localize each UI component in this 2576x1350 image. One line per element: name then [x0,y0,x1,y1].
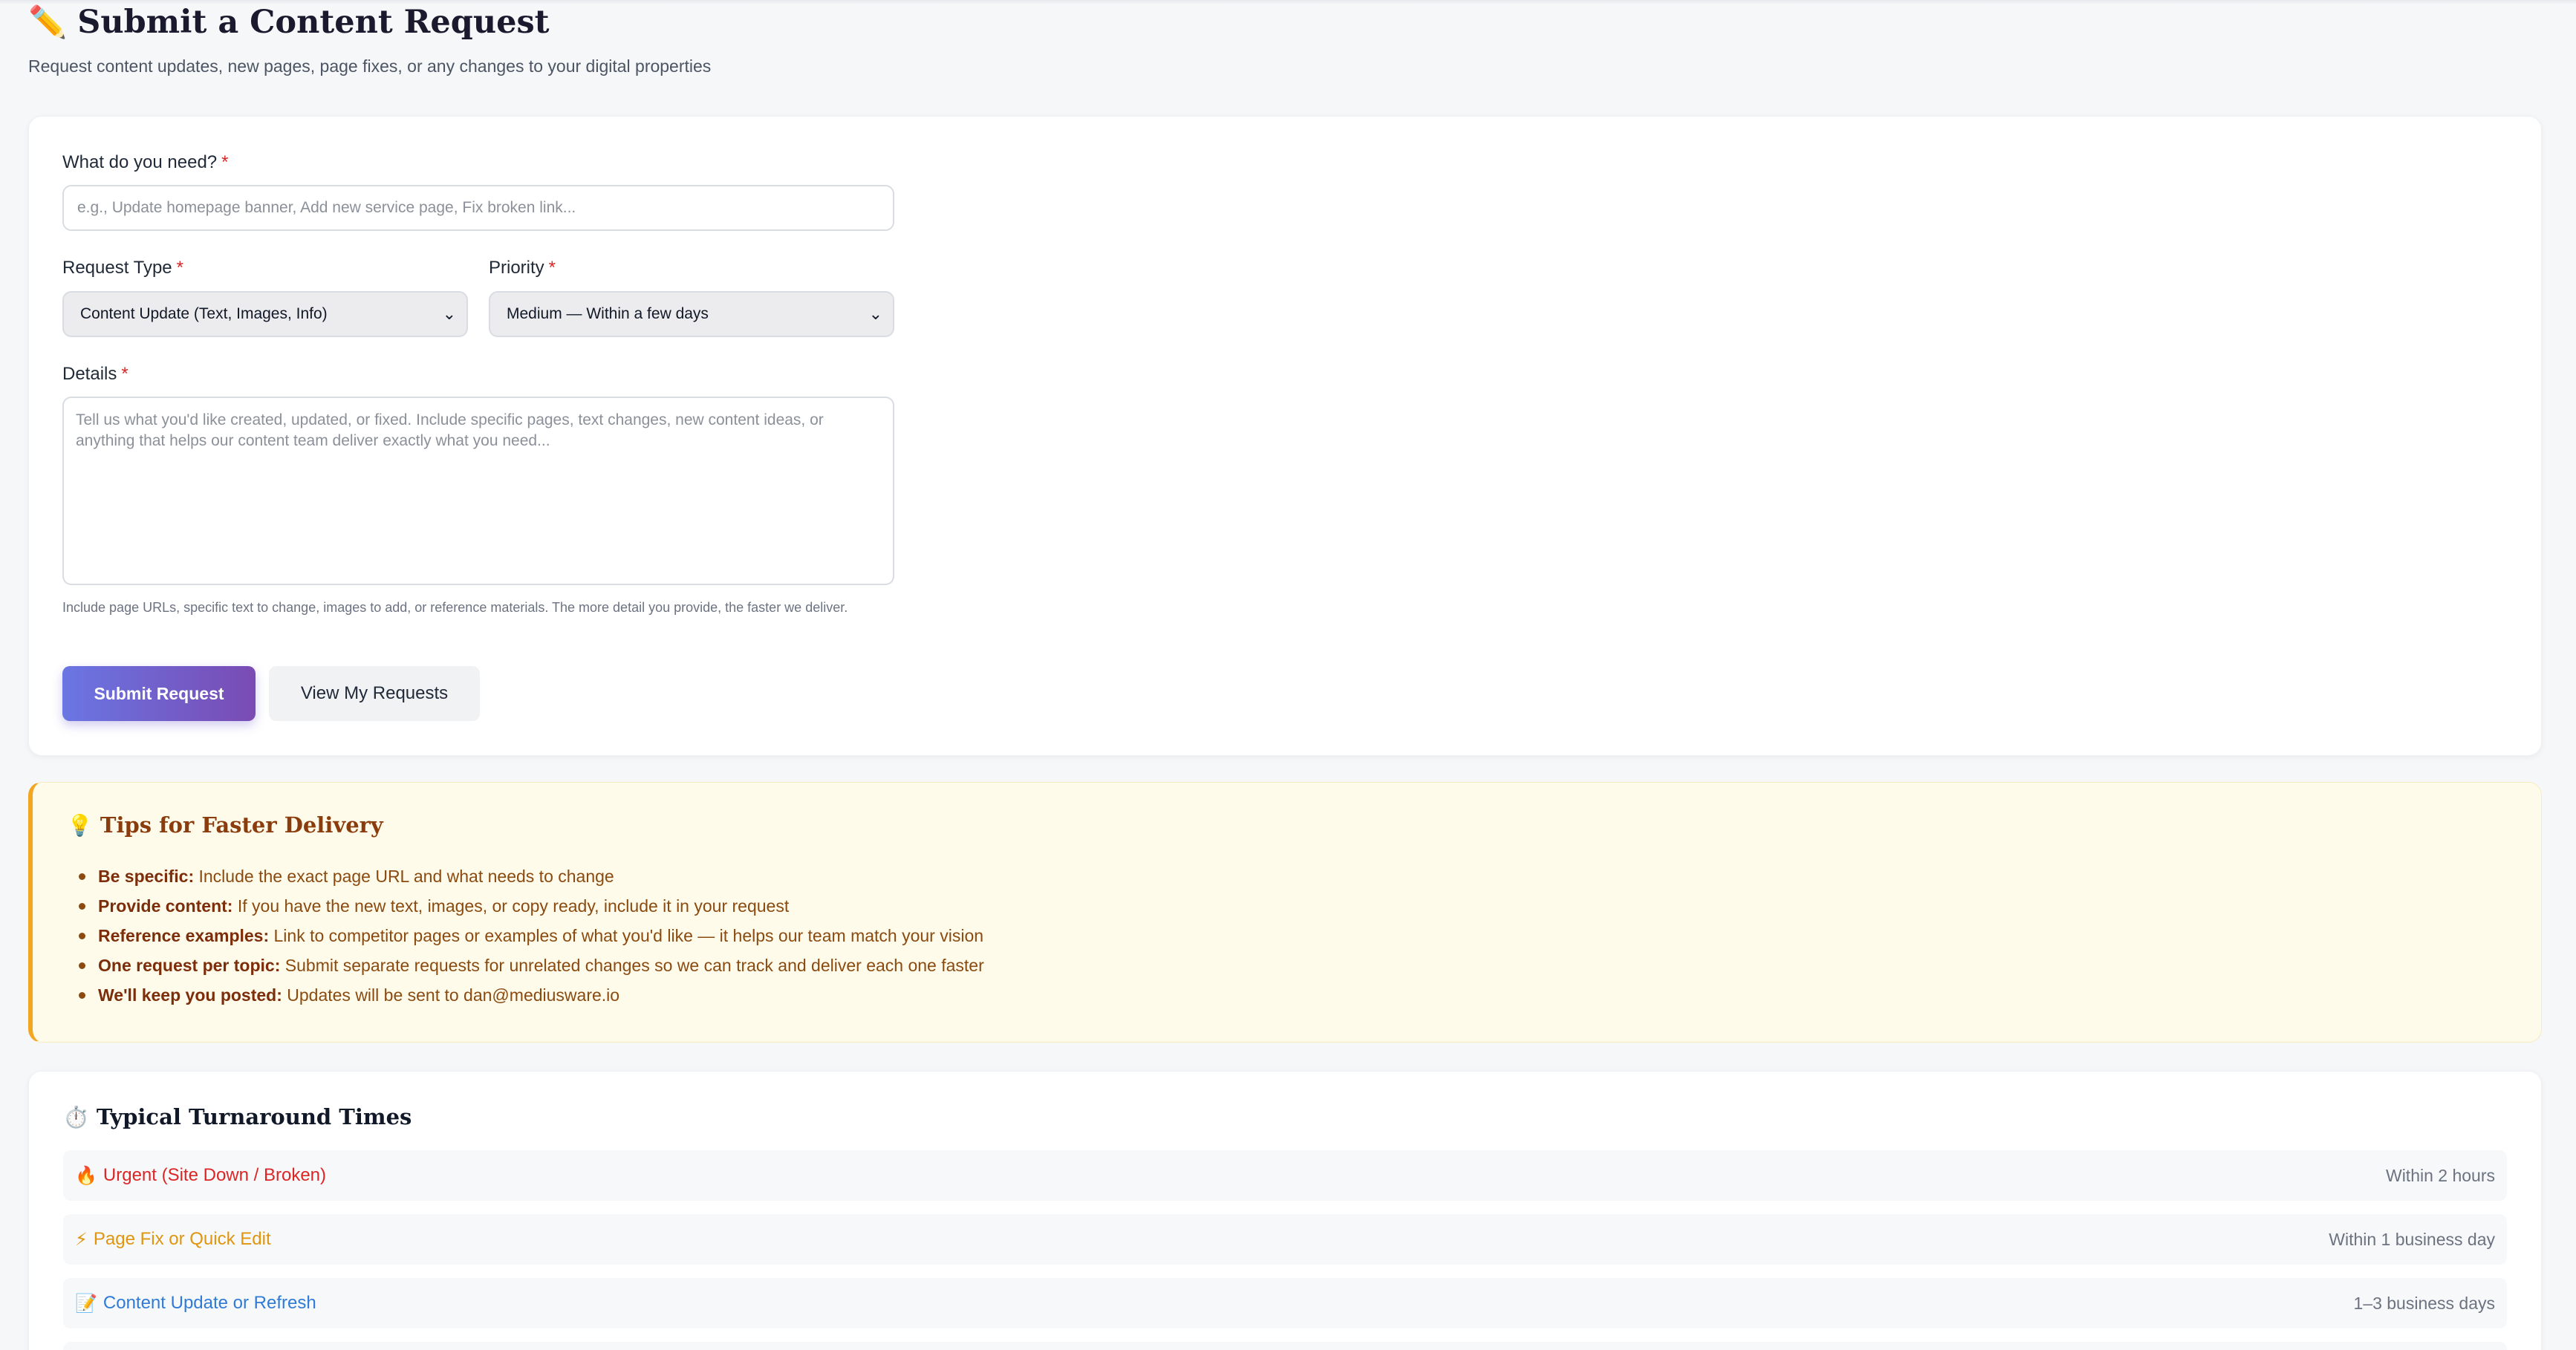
tips-card: 💡 Tips for Faster Delivery Be specific: … [28,782,2542,1043]
need-label: What do you need? * [62,152,229,173]
tip-text: Submit separate requests for unrelated c… [280,956,984,975]
turnaround-name: 📝 Content Update or Refresh [75,1293,316,1314]
tip-label: Be specific: [98,867,195,886]
chevron-down-icon: ⌄ [868,304,882,323]
request-type-select[interactable]: Content Update (Text, Images, Info) ⌄ [62,291,468,337]
turnaround-row-partial [63,1342,2507,1350]
details-label-text: Details [62,364,117,384]
tip-item: One request per topic: Submit separate r… [79,950,984,980]
priority-value: Medium — Within a few days [507,305,709,322]
tip-label: Provide content: [98,896,233,916]
turnaround-name-text: Urgent (Site Down / Broken) [103,1165,327,1185]
tip-text: Include the exact page URL and what need… [194,867,614,886]
tip-label: One request per topic: [98,956,281,975]
request-type-label-text: Request Type [62,258,172,278]
turnaround-name-text: Page Fix or Quick Edit [93,1229,271,1249]
priority-label: Priority * [489,258,556,278]
tips-title-text: Tips for Faster Delivery [100,812,383,838]
turnaround-row-content-update: 📝 Content Update or Refresh 1–3 business… [63,1278,2507,1328]
details-help-text: Include page URLs, specific text to chan… [62,600,848,615]
request-form-card: What do you need?* Request Type* Content… [28,116,2542,756]
turnaround-time: 1–3 business days [2353,1293,2495,1313]
turnaround-card: ⏱️ Typical Turnaround Times 🔥 Urgent (Si… [28,1071,2542,1350]
tip-text: Updates will be sent to dan@mediusware.i… [282,985,620,1005]
chevron-down-icon: ⌄ [442,304,456,323]
tips-title: 💡 Tips for Faster Delivery [67,812,383,838]
turnaround-time: Within 1 business day [2329,1229,2495,1249]
need-label-text: What do you need? [62,152,218,172]
tip-item: We'll keep you posted: Updates will be s… [79,980,984,1010]
pencil-icon: ✏️ [28,4,68,40]
page-subtitle: Request content updates, new pages, page… [28,56,712,76]
tip-item: Provide content: If you have the new tex… [79,891,984,921]
turnaround-name: 🔥 Urgent (Site Down / Broken) [75,1165,326,1187]
required-mark: * [221,152,229,172]
tip-item: Be specific: Include the exact page URL … [79,861,984,891]
priority-label-text: Priority [489,258,544,278]
page-title-text: Submit a Content Request [77,4,550,41]
turnaround-row-urgent: 🔥 Urgent (Site Down / Broken) Within 2 h… [63,1150,2507,1201]
lightbulb-icon: 💡 [67,812,93,838]
page-title: ✏️ Submit a Content Request [28,0,1068,45]
submit-request-button[interactable]: Submit Request [62,666,256,721]
memo-icon: 📝 [75,1293,97,1314]
turnaround-name-text: Content Update or Refresh [103,1293,316,1313]
view-my-requests-button[interactable]: View My Requests [269,666,480,721]
tip-label: Reference examples: [98,926,270,945]
turnaround-title: ⏱️ Typical Turnaround Times [63,1104,412,1129]
required-mark: * [121,364,129,384]
tip-text: If you have the new text, images, or cop… [232,896,790,916]
need-input[interactable] [62,185,894,231]
request-type-label: Request Type * [62,258,183,278]
turnaround-title-text: Typical Turnaround Times [96,1104,412,1129]
required-mark: * [548,258,556,278]
details-textarea[interactable] [62,397,894,585]
required-mark: * [176,258,183,278]
tip-text: Link to competitor pages or examples of … [269,926,984,945]
priority-select[interactable]: Medium — Within a few days ⌄ [489,291,894,337]
turnaround-name: ⚡ Page Fix or Quick Edit [75,1229,271,1250]
tip-label: We'll keep you posted: [98,985,282,1005]
turnaround-row-quick-edit: ⚡ Page Fix or Quick Edit Within 1 busine… [63,1214,2507,1265]
turnaround-time: Within 2 hours [2385,1165,2495,1185]
stopwatch-icon: ⏱️ [63,1104,89,1129]
fire-icon: 🔥 [75,1165,97,1186]
request-type-value: Content Update (Text, Images, Info) [80,305,328,322]
tip-item: Reference examples: Link to competitor p… [79,921,984,950]
details-label: Details * [62,364,129,385]
tips-list: Be specific: Include the exact page URL … [79,861,984,1010]
lightning-icon: ⚡ [75,1229,88,1250]
